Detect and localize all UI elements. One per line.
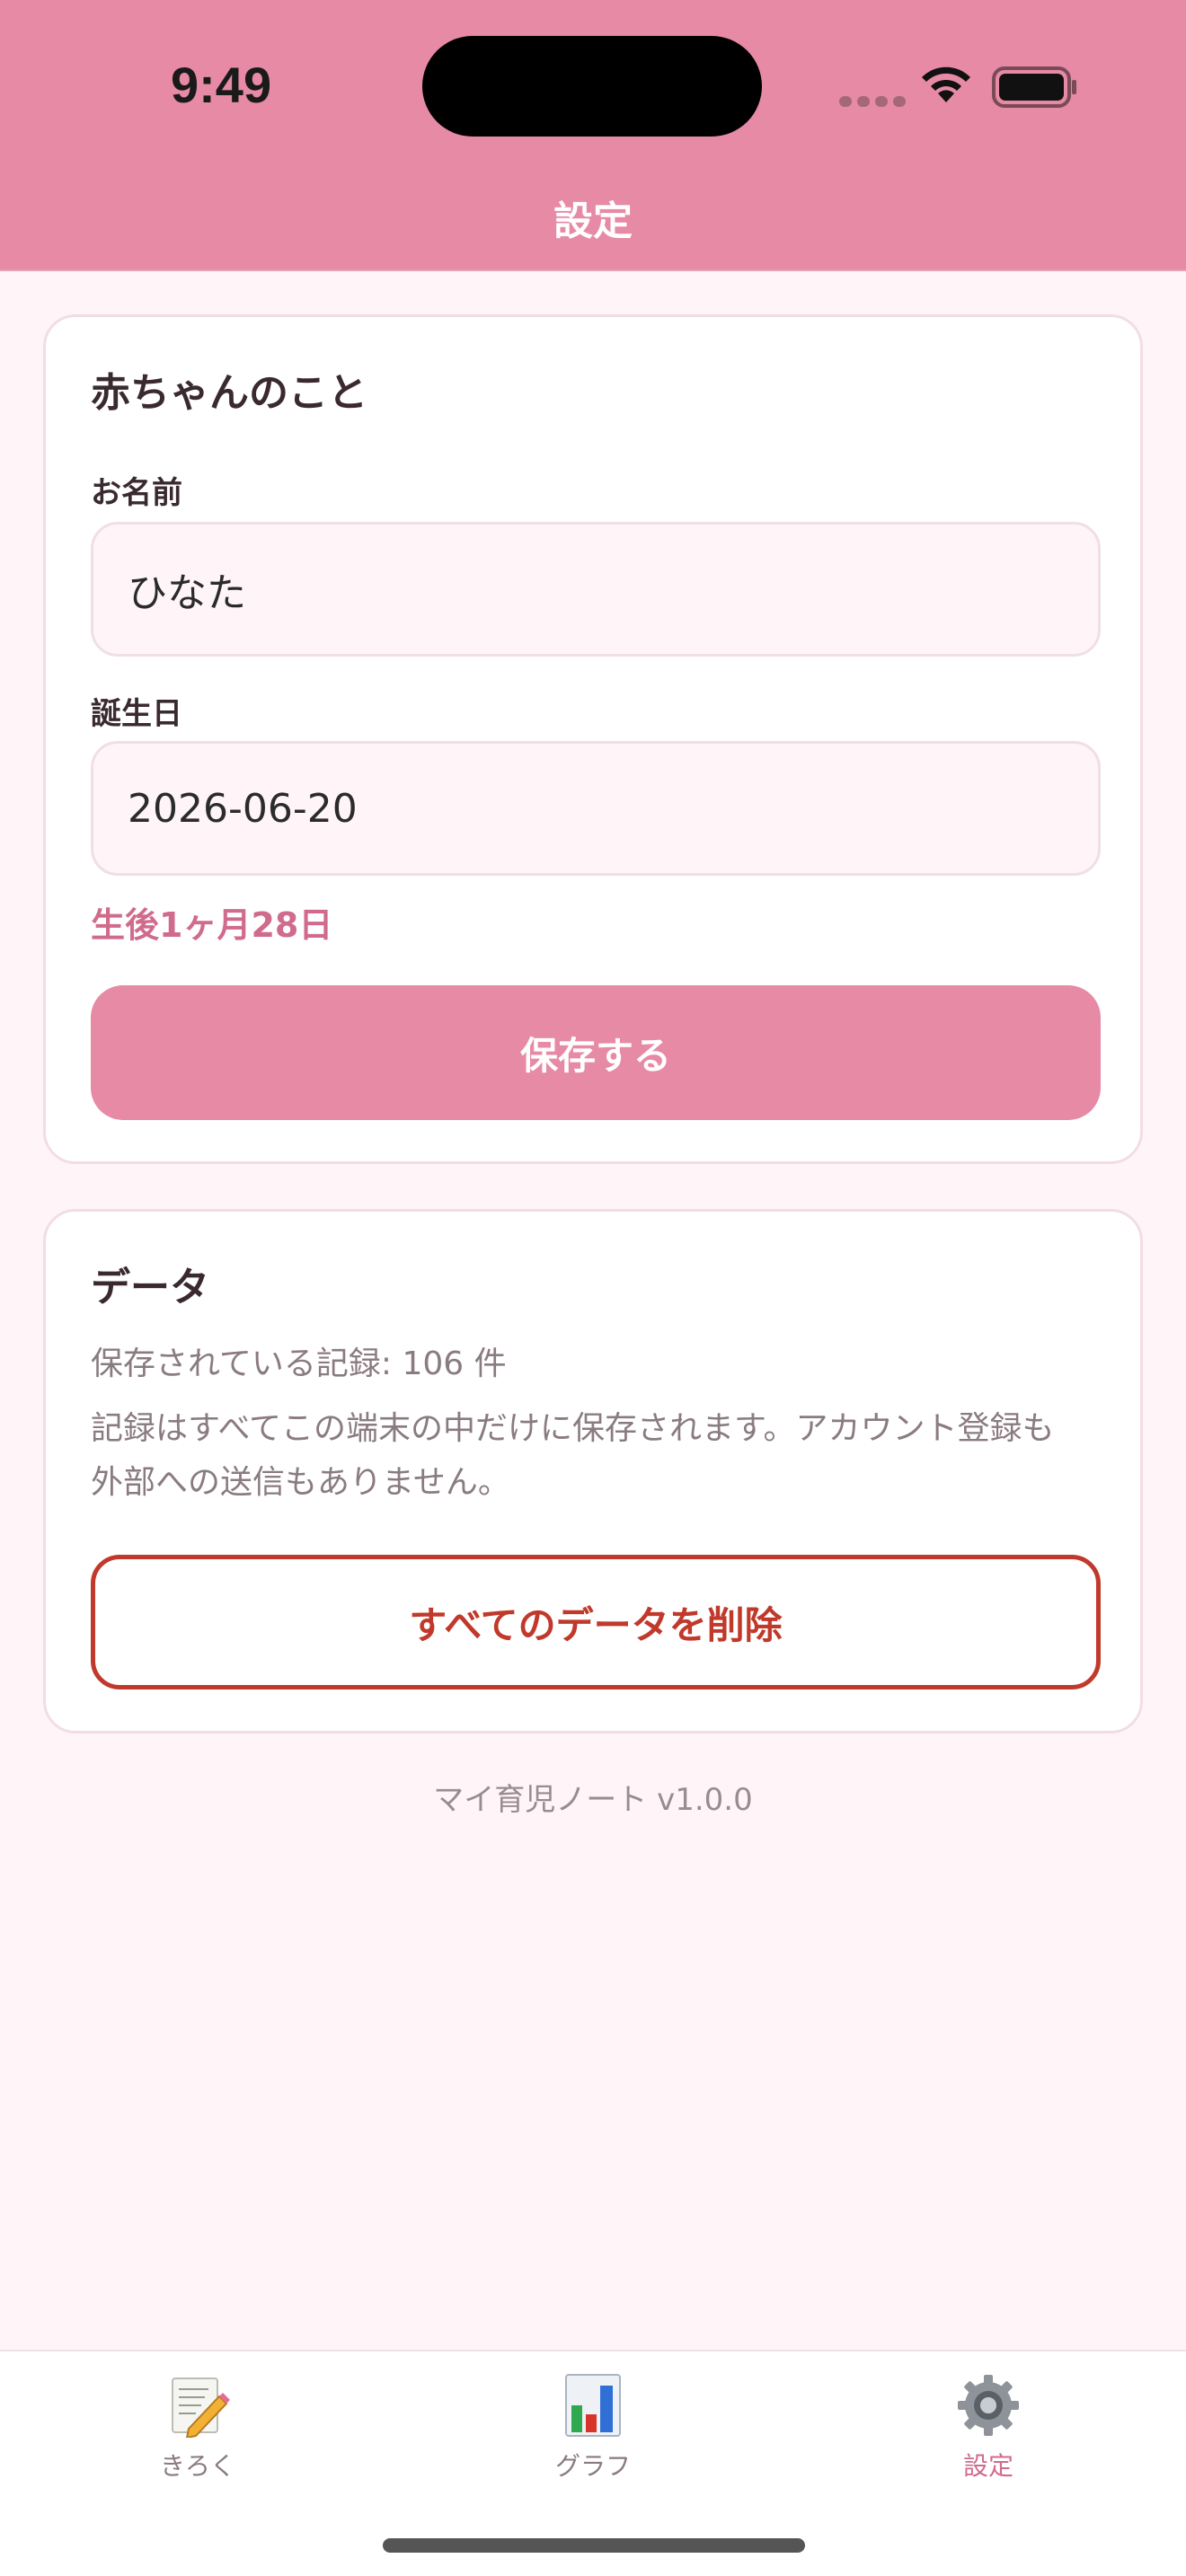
baby-card-title: 赤ちゃんのこと bbox=[91, 370, 367, 416]
status-time: 9:49 bbox=[171, 57, 272, 113]
dynamic-island bbox=[422, 36, 762, 137]
bar-chart-icon bbox=[565, 2374, 621, 2437]
save-button[interactable]: 保存する bbox=[91, 985, 1101, 1120]
name-input[interactable] bbox=[91, 522, 1101, 657]
memo-icon bbox=[172, 2378, 230, 2438]
data-card-title: データ bbox=[91, 1265, 209, 1310]
tab-settings-label: 設定 bbox=[962, 2451, 1013, 2481]
birthday-input[interactable] bbox=[91, 741, 1101, 876]
tab-kiroku-label: きろく bbox=[159, 2451, 235, 2481]
birthday-label: 誕生日 bbox=[91, 696, 182, 732]
baby-info-card: 赤ちゃんのこと お名前 誕生日 生後1ヶ月28日 保存する bbox=[43, 314, 1143, 1164]
tab-graph[interactable]: グラフ bbox=[485, 2373, 701, 2499]
privacy-note-line1: 記録はすべてこの端末の中だけに保存されます。アカウント登録も bbox=[91, 1410, 1055, 1447]
battery-icon bbox=[992, 66, 1076, 108]
nav-header: 9:49 設定 bbox=[0, 0, 1186, 271]
gear-icon bbox=[958, 2375, 1019, 2436]
record-count-text: 保存されている記録: 106 件 bbox=[91, 1345, 507, 1382]
home-indicator[interactable] bbox=[383, 2538, 805, 2553]
tab-settings[interactable]: 設定 bbox=[881, 2373, 1096, 2499]
settings-screen: 9:49 設定 赤ちゃんのこと お名前 誕生日 生後1ヶ月28日 保存する デー… bbox=[0, 0, 1186, 2576]
wifi-icon bbox=[922, 66, 970, 102]
tab-graph-label: グラフ bbox=[554, 2451, 631, 2481]
tab-kiroku[interactable]: きろく bbox=[90, 2373, 305, 2499]
page-title: 設定 bbox=[553, 198, 633, 244]
signal-dots-icon bbox=[839, 93, 911, 110]
delete-all-data-button[interactable]: すべてのデータを削除 bbox=[91, 1555, 1101, 1689]
age-text: 生後1ヶ月28日 bbox=[91, 905, 333, 945]
app-version: マイ育児ノート v1.0.0 bbox=[433, 1782, 753, 1818]
data-card: データ 保存されている記録: 106 件 記録はすべてこの端末の中だけに保存され… bbox=[43, 1209, 1143, 1734]
privacy-note-line2: 外部への送信もありません。 bbox=[91, 1464, 510, 1501]
name-label: お名前 bbox=[91, 475, 182, 511]
